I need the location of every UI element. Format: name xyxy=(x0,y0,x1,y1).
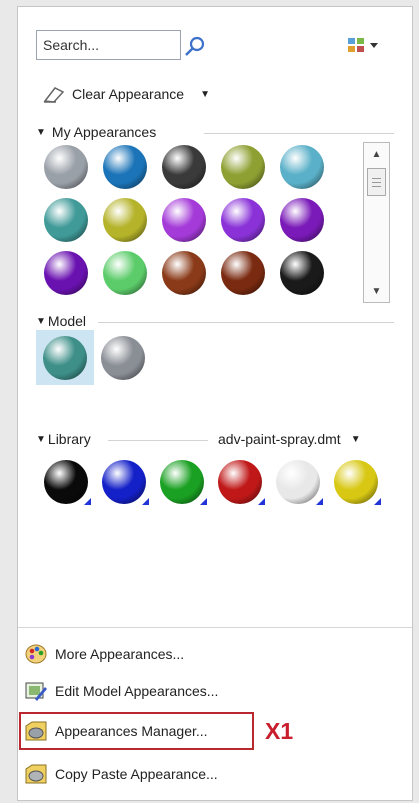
appearance-swatch[interactable] xyxy=(221,198,265,242)
library-label: Library xyxy=(47,431,91,447)
scroll-up-icon[interactable]: ▲ xyxy=(364,143,389,165)
annotation-label: X1 xyxy=(265,718,294,744)
grid-view-icon xyxy=(348,38,378,52)
appearance-swatch[interactable] xyxy=(44,145,88,189)
eraser-icon xyxy=(43,87,65,103)
edit-appearance-icon xyxy=(24,680,48,702)
appearance-swatch[interactable] xyxy=(280,251,324,295)
clear-appearance-label: Clear Appearance xyxy=(72,86,185,102)
menu-item-label: Copy Paste Appearance... xyxy=(55,766,218,782)
appearance-swatch[interactable] xyxy=(280,198,324,242)
appearance-swatch[interactable] xyxy=(162,145,206,189)
more-appearances-item[interactable]: More Appearances... xyxy=(24,643,184,665)
my-appearances-scrollbar[interactable]: ▲ ▼ xyxy=(363,142,390,303)
library-file-name: adv-paint-spray.dmt xyxy=(218,431,341,447)
appearance-swatch[interactable] xyxy=(102,460,146,504)
appearance-swatch[interactable] xyxy=(44,198,88,242)
menu-divider xyxy=(18,627,412,628)
library-corner-marker xyxy=(258,498,265,505)
appearance-swatch[interactable] xyxy=(162,198,206,242)
menu-item-label: Edit Model Appearances... xyxy=(55,683,219,699)
collapse-arrow-icon: ▼ xyxy=(36,126,46,138)
appearance-swatch[interactable] xyxy=(280,145,324,189)
library-file-dropdown[interactable]: adv-paint-spray.dmt ▼ xyxy=(218,431,361,447)
collapse-arrow-icon: ▼ xyxy=(36,433,46,445)
clear-appearance-button[interactable]: Clear Appearance ▼ xyxy=(42,84,210,104)
appearance-swatch[interactable] xyxy=(103,145,147,189)
appearance-swatch[interactable] xyxy=(101,336,145,380)
section-divider xyxy=(98,322,394,323)
appearance-swatch[interactable] xyxy=(334,460,378,504)
section-divider xyxy=(108,440,208,441)
appearance-panel: Search... Clear Appearance ▼ ▼ My Appear… xyxy=(17,6,413,801)
appearance-swatch[interactable] xyxy=(44,251,88,295)
appearance-swatch[interactable] xyxy=(221,145,265,189)
section-divider xyxy=(204,133,394,134)
appearance-manager-icon xyxy=(24,720,48,742)
model-label: Model xyxy=(47,313,87,329)
palette-icon xyxy=(24,643,48,665)
search-input[interactable]: Search... xyxy=(36,30,181,60)
view-options-button[interactable] xyxy=(348,38,382,57)
collapse-arrow-icon: ▼ xyxy=(36,315,46,327)
my-appearances-header[interactable]: ▼ My Appearances xyxy=(36,124,156,140)
appearances-manager-item[interactable]: Appearances Manager... xyxy=(24,720,208,742)
appearance-swatch[interactable] xyxy=(44,460,88,504)
appearance-swatch[interactable] xyxy=(103,198,147,242)
appearance-swatch[interactable] xyxy=(221,251,265,295)
menu-item-label: More Appearances... xyxy=(55,646,185,662)
library-header[interactable]: ▼ Library xyxy=(36,431,91,447)
copy-paste-appearance-icon xyxy=(24,763,48,785)
menu-item-label: Appearances Manager... xyxy=(55,723,208,739)
appearance-swatch[interactable] xyxy=(103,251,147,295)
scroll-thumb[interactable] xyxy=(367,168,386,196)
appearance-swatch[interactable] xyxy=(218,460,262,504)
dropdown-arrow-icon: ▼ xyxy=(350,433,361,445)
library-corner-marker xyxy=(142,498,149,505)
model-header[interactable]: ▼ Model xyxy=(36,313,86,329)
appearance-swatch[interactable] xyxy=(276,460,320,504)
copy-paste-appearance-item[interactable]: Copy Paste Appearance... xyxy=(24,763,218,785)
library-corner-marker xyxy=(316,498,323,505)
search-icon[interactable] xyxy=(184,36,206,58)
appearance-swatch[interactable] xyxy=(43,336,87,380)
scroll-down-icon[interactable]: ▼ xyxy=(364,280,389,302)
library-corner-marker xyxy=(200,498,207,505)
library-corner-marker xyxy=(374,498,381,505)
my-appearances-label: My Appearances xyxy=(51,124,157,140)
appearance-swatch[interactable] xyxy=(160,460,204,504)
clear-appearance-dropdown-arrow[interactable]: ▼ xyxy=(200,89,210,100)
appearance-swatch[interactable] xyxy=(162,251,206,295)
edit-model-appearances-item[interactable]: Edit Model Appearances... xyxy=(24,680,218,702)
library-corner-marker xyxy=(84,498,91,505)
